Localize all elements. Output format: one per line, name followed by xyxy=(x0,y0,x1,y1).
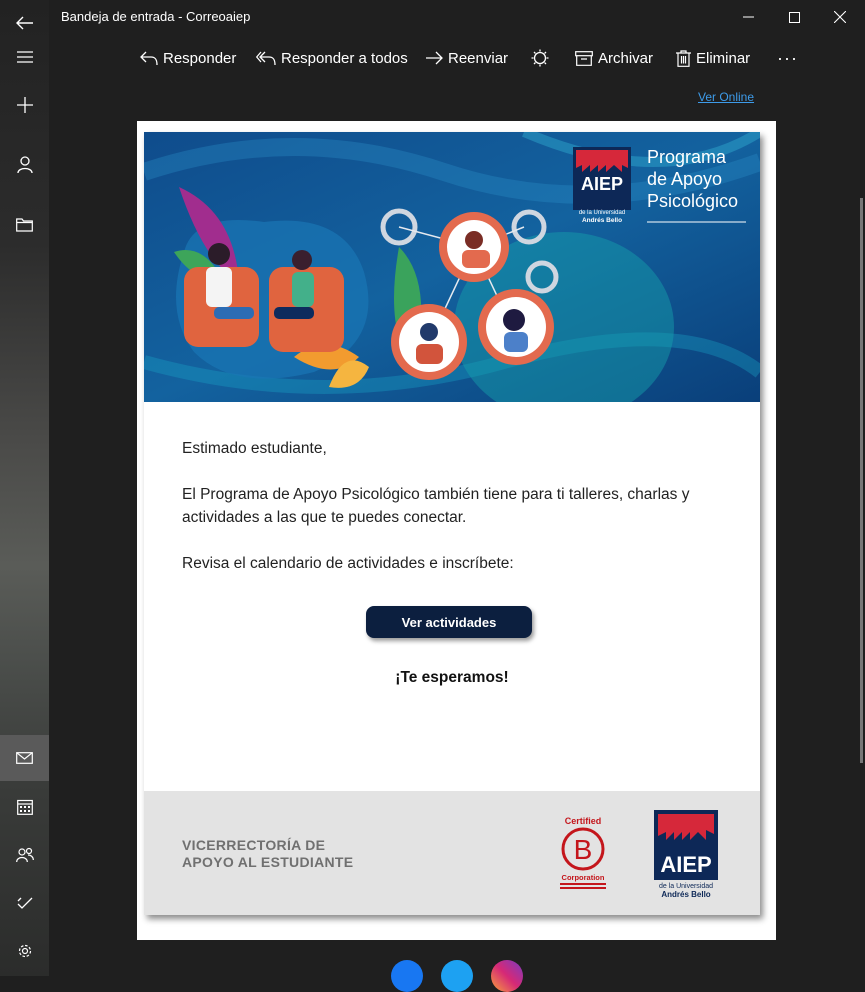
email-body: AIEP de la Universidad Andrés Bello Prog… xyxy=(137,121,776,940)
more-actions-button[interactable]: ··· xyxy=(777,40,798,76)
tagline-text: ¡Te esperamos! xyxy=(395,669,509,686)
vicerrectoria-heading: VICERRECTORÍA DE APOYO AL ESTUDIANTE xyxy=(182,837,353,871)
bcorp-letter: B xyxy=(574,834,593,865)
sun-icon xyxy=(531,49,549,67)
people-nav-button[interactable] xyxy=(0,832,49,878)
archive-button[interactable]: Archivar xyxy=(575,40,653,76)
vertical-scrollbar[interactable] xyxy=(860,198,863,763)
title-bar: Bandeja de entrada - Correoaiep xyxy=(49,0,865,34)
archive-label: Archivar xyxy=(598,49,654,67)
accounts-button[interactable] xyxy=(0,142,49,188)
reply-label: Responder xyxy=(163,49,237,67)
gear-icon xyxy=(18,944,31,958)
delete-button[interactable]: Eliminar xyxy=(676,40,750,76)
instagram-icon[interactable] xyxy=(491,960,523,992)
banner-logo-sub2: Andrés Bello xyxy=(582,217,622,224)
bcorp-certified-text: Certified xyxy=(565,816,602,826)
theme-toggle-button[interactable] xyxy=(531,40,554,76)
maximize-button[interactable] xyxy=(771,0,817,34)
banner-illustration: AIEP de la Universidad Andrés Bello Prog… xyxy=(144,132,760,402)
window-title: Bandeja de entrada - Correoaiep xyxy=(61,9,251,24)
footer-logo-text: AIEP xyxy=(660,852,711,877)
trash-icon xyxy=(676,49,691,67)
hamburger-icon xyxy=(16,51,33,63)
reply-all-label: Responder a todos xyxy=(281,49,408,67)
bcorp-logo: Certified B Corporation xyxy=(560,816,606,889)
forward-label: Reenviar xyxy=(448,49,509,67)
vicerrectoria-line2: APOYO AL ESTUDIANTE xyxy=(182,854,354,870)
calendar-paragraph: Revisa el calendario de actividades e in… xyxy=(182,555,514,572)
intro-paragraph: El Programa de Apoyo Psicológico también… xyxy=(182,486,690,526)
more-icon: ··· xyxy=(777,47,798,68)
delete-label: Eliminar xyxy=(696,49,751,67)
mail-icon xyxy=(16,752,33,764)
banner-program-line3: Psicológico xyxy=(647,191,738,211)
minimize-button[interactable] xyxy=(725,0,771,34)
calendar-icon xyxy=(16,799,33,815)
folder-icon xyxy=(16,218,33,232)
settings-nav-button[interactable] xyxy=(0,928,49,974)
bcorp-corporation-text: Corporation xyxy=(562,873,605,882)
email-card: AIEP de la Universidad Andrés Bello Prog… xyxy=(144,132,760,915)
archive-icon xyxy=(575,50,593,66)
message-toolbar: Responder Responder a todos Reenviar Arc… xyxy=(49,40,865,76)
greeting-text: Estimado estudiante, xyxy=(182,440,327,457)
footer-aiep-logo: AIEP de la Universidad Andrés Bello xyxy=(654,810,718,899)
twitter-icon[interactable] xyxy=(441,960,473,992)
people-icon xyxy=(15,847,34,863)
banner-logo-text: AIEP xyxy=(581,174,623,194)
footer-logo-sub1: de la Universidad xyxy=(659,883,713,890)
email-footer: VICERRECTORÍA DE APOYO AL ESTUDIANTE Cer… xyxy=(144,791,760,915)
todo-nav-button[interactable] xyxy=(0,880,49,926)
facebook-icon[interactable] xyxy=(391,960,423,992)
close-button[interactable] xyxy=(817,0,863,34)
person-icon xyxy=(16,156,33,174)
footer-logo-sub2: Andrés Bello xyxy=(661,890,710,899)
forward-button[interactable]: Reenviar xyxy=(425,40,508,76)
mail-nav-button[interactable] xyxy=(0,735,49,781)
forward-arrow-icon xyxy=(426,51,443,65)
calendar-nav-button[interactable] xyxy=(0,784,49,830)
view-online-link[interactable]: Ver Online xyxy=(698,90,754,104)
banner-image: AIEP de la Universidad Andrés Bello Prog… xyxy=(144,132,760,402)
reply-icon xyxy=(140,51,158,66)
banner-program-line2: de Apoyo xyxy=(647,169,722,189)
banner-program-line1: Programa xyxy=(647,147,727,167)
reply-all-icon xyxy=(256,51,276,66)
checkmark-icon xyxy=(17,897,32,909)
banner-logo-sub1: de la Universidad xyxy=(579,210,625,216)
folders-button[interactable] xyxy=(0,202,49,248)
close-icon xyxy=(834,11,846,23)
new-mail-button[interactable] xyxy=(0,82,49,128)
menu-button[interactable] xyxy=(0,34,49,80)
left-nav-rail xyxy=(0,0,49,976)
vicerrectoria-line1: VICERRECTORÍA DE xyxy=(182,837,326,853)
reply-all-button[interactable]: Responder a todos xyxy=(256,40,408,76)
plus-icon xyxy=(16,97,33,113)
back-arrow-icon xyxy=(15,16,33,30)
maximize-icon xyxy=(788,11,800,23)
reply-button[interactable]: Responder xyxy=(140,40,236,76)
view-activities-button[interactable]: Ver actividades xyxy=(366,606,532,638)
minimize-icon xyxy=(742,16,754,18)
